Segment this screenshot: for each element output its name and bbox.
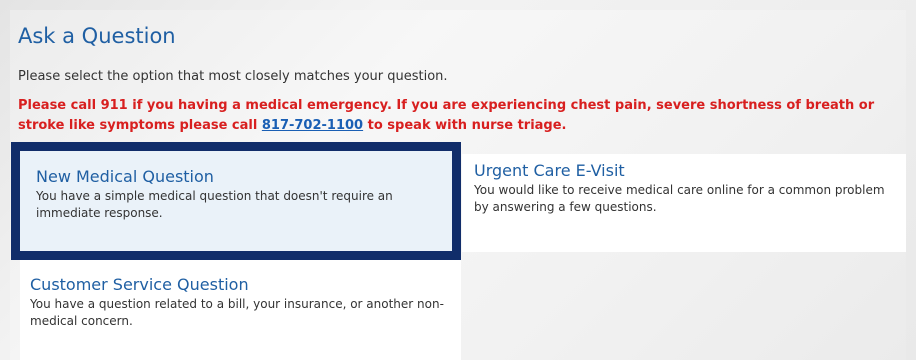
page-title: Ask a Question — [18, 24, 176, 48]
nurse-triage-phone-link[interactable]: 817-702-1100 — [262, 118, 363, 133]
intro-text: Please select the option that most close… — [18, 69, 448, 84]
warning-text-end: to speak with nurse triage. — [363, 118, 567, 133]
customer-service-question-card[interactable]: Customer Service Question You have a que… — [20, 260, 461, 360]
urgent-care-evisit-card[interactable]: Urgent Care E-Visit You would like to re… — [462, 154, 906, 252]
ask-question-panel: Ask a Question Please select the option … — [10, 10, 906, 360]
card-description: You have a simple medical question that … — [36, 189, 393, 220]
card-description: You have a question related to a bill, y… — [30, 297, 444, 328]
card-title: Urgent Care E-Visit — [474, 161, 625, 180]
card-title: New Medical Question — [36, 167, 214, 186]
emergency-warning: Please call 911 if you having a medical … — [18, 96, 898, 136]
card-description: You would like to receive medical care o… — [474, 183, 885, 214]
new-medical-question-card[interactable]: New Medical Question You have a simple m… — [11, 142, 461, 260]
card-title: Customer Service Question — [30, 275, 249, 294]
